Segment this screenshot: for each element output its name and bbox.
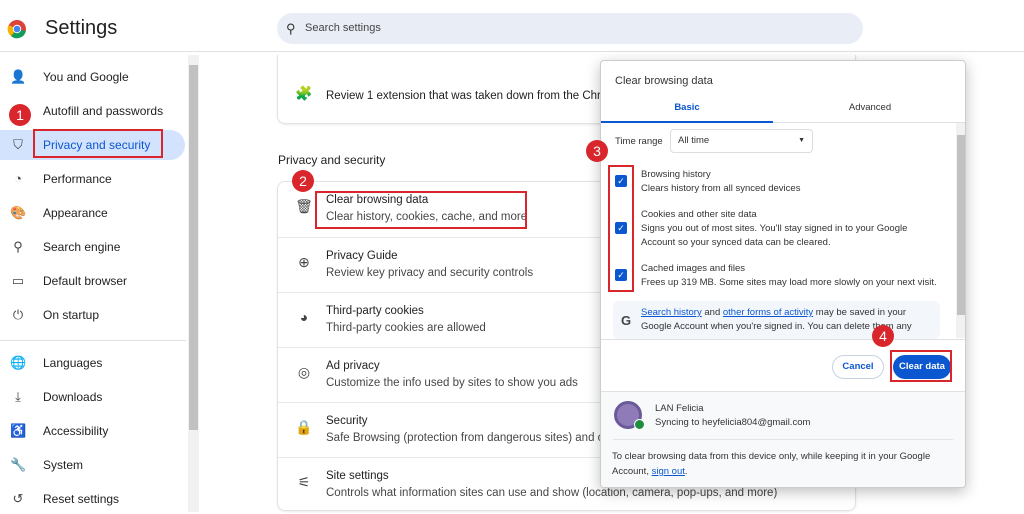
- annotation-box-4: [890, 350, 952, 382]
- sidebar-item-search-engine[interactable]: ⚲ Search engine: [0, 232, 185, 262]
- sign-out-link[interactable]: sign out: [652, 466, 685, 477]
- cookie-icon: ◕: [299, 309, 309, 325]
- sidebar-item-on-startup[interactable]: ⏻ On startup: [0, 300, 185, 330]
- row-subtitle: Third-party cookies are allowed: [326, 322, 486, 334]
- ad-privacy-icon: ◎: [297, 364, 311, 380]
- browsing-history-item: Browsing history Clears history from all …: [641, 169, 801, 194]
- lock-icon: 🔒: [295, 419, 313, 435]
- sync-icon: [634, 419, 645, 430]
- row-title: Site settings: [326, 470, 389, 482]
- account-sync-status: Syncing to heyfelicia804@gmail.com: [655, 417, 811, 428]
- annotation-badge-3: 3: [586, 140, 608, 162]
- sidebar-item-label: Downloads: [43, 390, 103, 404]
- accessibility-icon: ♿: [10, 423, 27, 438]
- sidebar-item-reset-settings[interactable]: ↺ Reset settings: [0, 484, 185, 514]
- dialog-scrollbar[interactable]: [956, 123, 965, 338]
- header: Settings ⚲ Search settings: [0, 0, 1024, 52]
- row-title: Ad privacy: [326, 360, 380, 372]
- sidebar-scrollbar-thumb[interactable]: [189, 65, 198, 430]
- dropdown-arrow-icon: ▼: [798, 137, 805, 144]
- speedometer-icon: ◔: [14, 171, 22, 186]
- account-name: LAN Felicia: [655, 403, 704, 414]
- sidebar-item-label: Default browser: [43, 274, 128, 288]
- sidebar-item-default-browser[interactable]: ▭ Default browser: [0, 266, 185, 296]
- sidebar-item-label: Search engine: [43, 240, 121, 254]
- search-icon: ⚲: [286, 21, 296, 36]
- sidebar-item-languages[interactable]: 🌐 Languages: [0, 348, 185, 378]
- shield-icon: ⛉: [13, 137, 23, 152]
- sidebar-item-system[interactable]: 🔧 System: [0, 450, 185, 480]
- row-title: Security: [326, 415, 368, 427]
- sidebar-item-you-and-google[interactable]: 👤 You and Google: [0, 62, 185, 92]
- time-range-value: All time: [678, 135, 710, 146]
- clear-browsing-data-dialog: Clear browsing data Basic Advanced Time …: [600, 60, 966, 488]
- sidebar-divider: [0, 340, 186, 341]
- browser-icon: ▭: [11, 273, 25, 288]
- row-subtitle: Review key privacy and security controls: [326, 267, 534, 279]
- person-icon: 👤: [10, 69, 27, 84]
- extension-notice[interactable]: Review 1 extension that was taken down f…: [326, 90, 617, 102]
- row-title: Third-party cookies: [326, 305, 424, 317]
- cancel-button[interactable]: Cancel: [832, 355, 884, 379]
- sidebar-item-label: Accessibility: [43, 424, 109, 438]
- sidebar-item-accessibility[interactable]: ♿ Accessibility: [0, 416, 185, 446]
- cookies-item: Cookies and other site data Signs you out…: [641, 209, 908, 248]
- time-range-label: Time range: [615, 136, 663, 147]
- palette-icon: 🎨: [10, 205, 27, 220]
- chrome-logo-icon: [7, 20, 26, 39]
- section-title: Privacy and security: [278, 153, 386, 167]
- sidebar-item-label: Appearance: [43, 206, 108, 220]
- puzzle-icon: 🧩: [295, 85, 313, 101]
- search-history-link[interactable]: Search history: [641, 307, 702, 318]
- time-range-select[interactable]: All time ▼: [670, 129, 813, 153]
- trash-icon: 🗑: [295, 198, 313, 214]
- dialog-title: Clear browsing data: [615, 75, 713, 87]
- download-icon: ⤓: [15, 389, 21, 404]
- tab-basic[interactable]: Basic: [601, 97, 773, 123]
- page-title: Settings: [45, 17, 118, 39]
- row-title: Privacy Guide: [326, 250, 398, 262]
- annotation-badge-2: 2: [292, 170, 314, 192]
- power-icon: ⏻: [12, 307, 24, 322]
- search-icon: ⚲: [13, 239, 23, 254]
- annotation-badge-1: 1: [9, 104, 31, 126]
- search-placeholder: Search settings: [305, 22, 381, 34]
- other-activity-link[interactable]: other forms of activity: [723, 307, 813, 318]
- compass-icon: ⊕: [298, 254, 310, 270]
- row-subtitle: Safe Browsing (protection from dangerous…: [326, 432, 614, 444]
- tab-advanced[interactable]: Advanced: [773, 97, 965, 123]
- sidebar-item-label: Languages: [43, 356, 103, 370]
- reset-icon: ↺: [12, 491, 24, 506]
- row-subtitle: Controls what information sites can use …: [326, 487, 778, 499]
- sidebar-item-appearance[interactable]: 🎨 Appearance: [0, 198, 185, 228]
- globe-icon: 🌐: [10, 355, 27, 370]
- sidebar-item-label: You and Google: [43, 70, 129, 84]
- annotation-box-3: [608, 165, 634, 292]
- row-subtitle: Customize the info used by sites to show…: [326, 377, 578, 389]
- sidebar-item-downloads[interactable]: ⤓ Downloads: [0, 382, 185, 412]
- sidebar-item-label: Performance: [43, 172, 112, 186]
- sidebar-item-performance[interactable]: ◔ Performance: [0, 164, 185, 194]
- sidebar-item-label: Autofill and passwords: [43, 104, 164, 118]
- sidebar-item-label: Reset settings: [43, 492, 120, 506]
- annotation-badge-4: 4: [872, 325, 894, 347]
- wrench-icon: 🔧: [10, 457, 27, 472]
- google-icon: G: [621, 313, 632, 328]
- search-input[interactable]: ⚲ Search settings: [277, 13, 863, 44]
- footer-text: To clear browsing data from this device …: [612, 451, 931, 477]
- annotation-box-1: [33, 129, 163, 158]
- sliders-icon: ⚟: [297, 474, 311, 490]
- sidebar-item-label: On startup: [43, 308, 100, 322]
- annotation-box-2: [315, 191, 527, 229]
- cached-images-item: Cached images and files Frees up 319 MB. …: [641, 263, 937, 288]
- sidebar-item-label: System: [43, 458, 84, 472]
